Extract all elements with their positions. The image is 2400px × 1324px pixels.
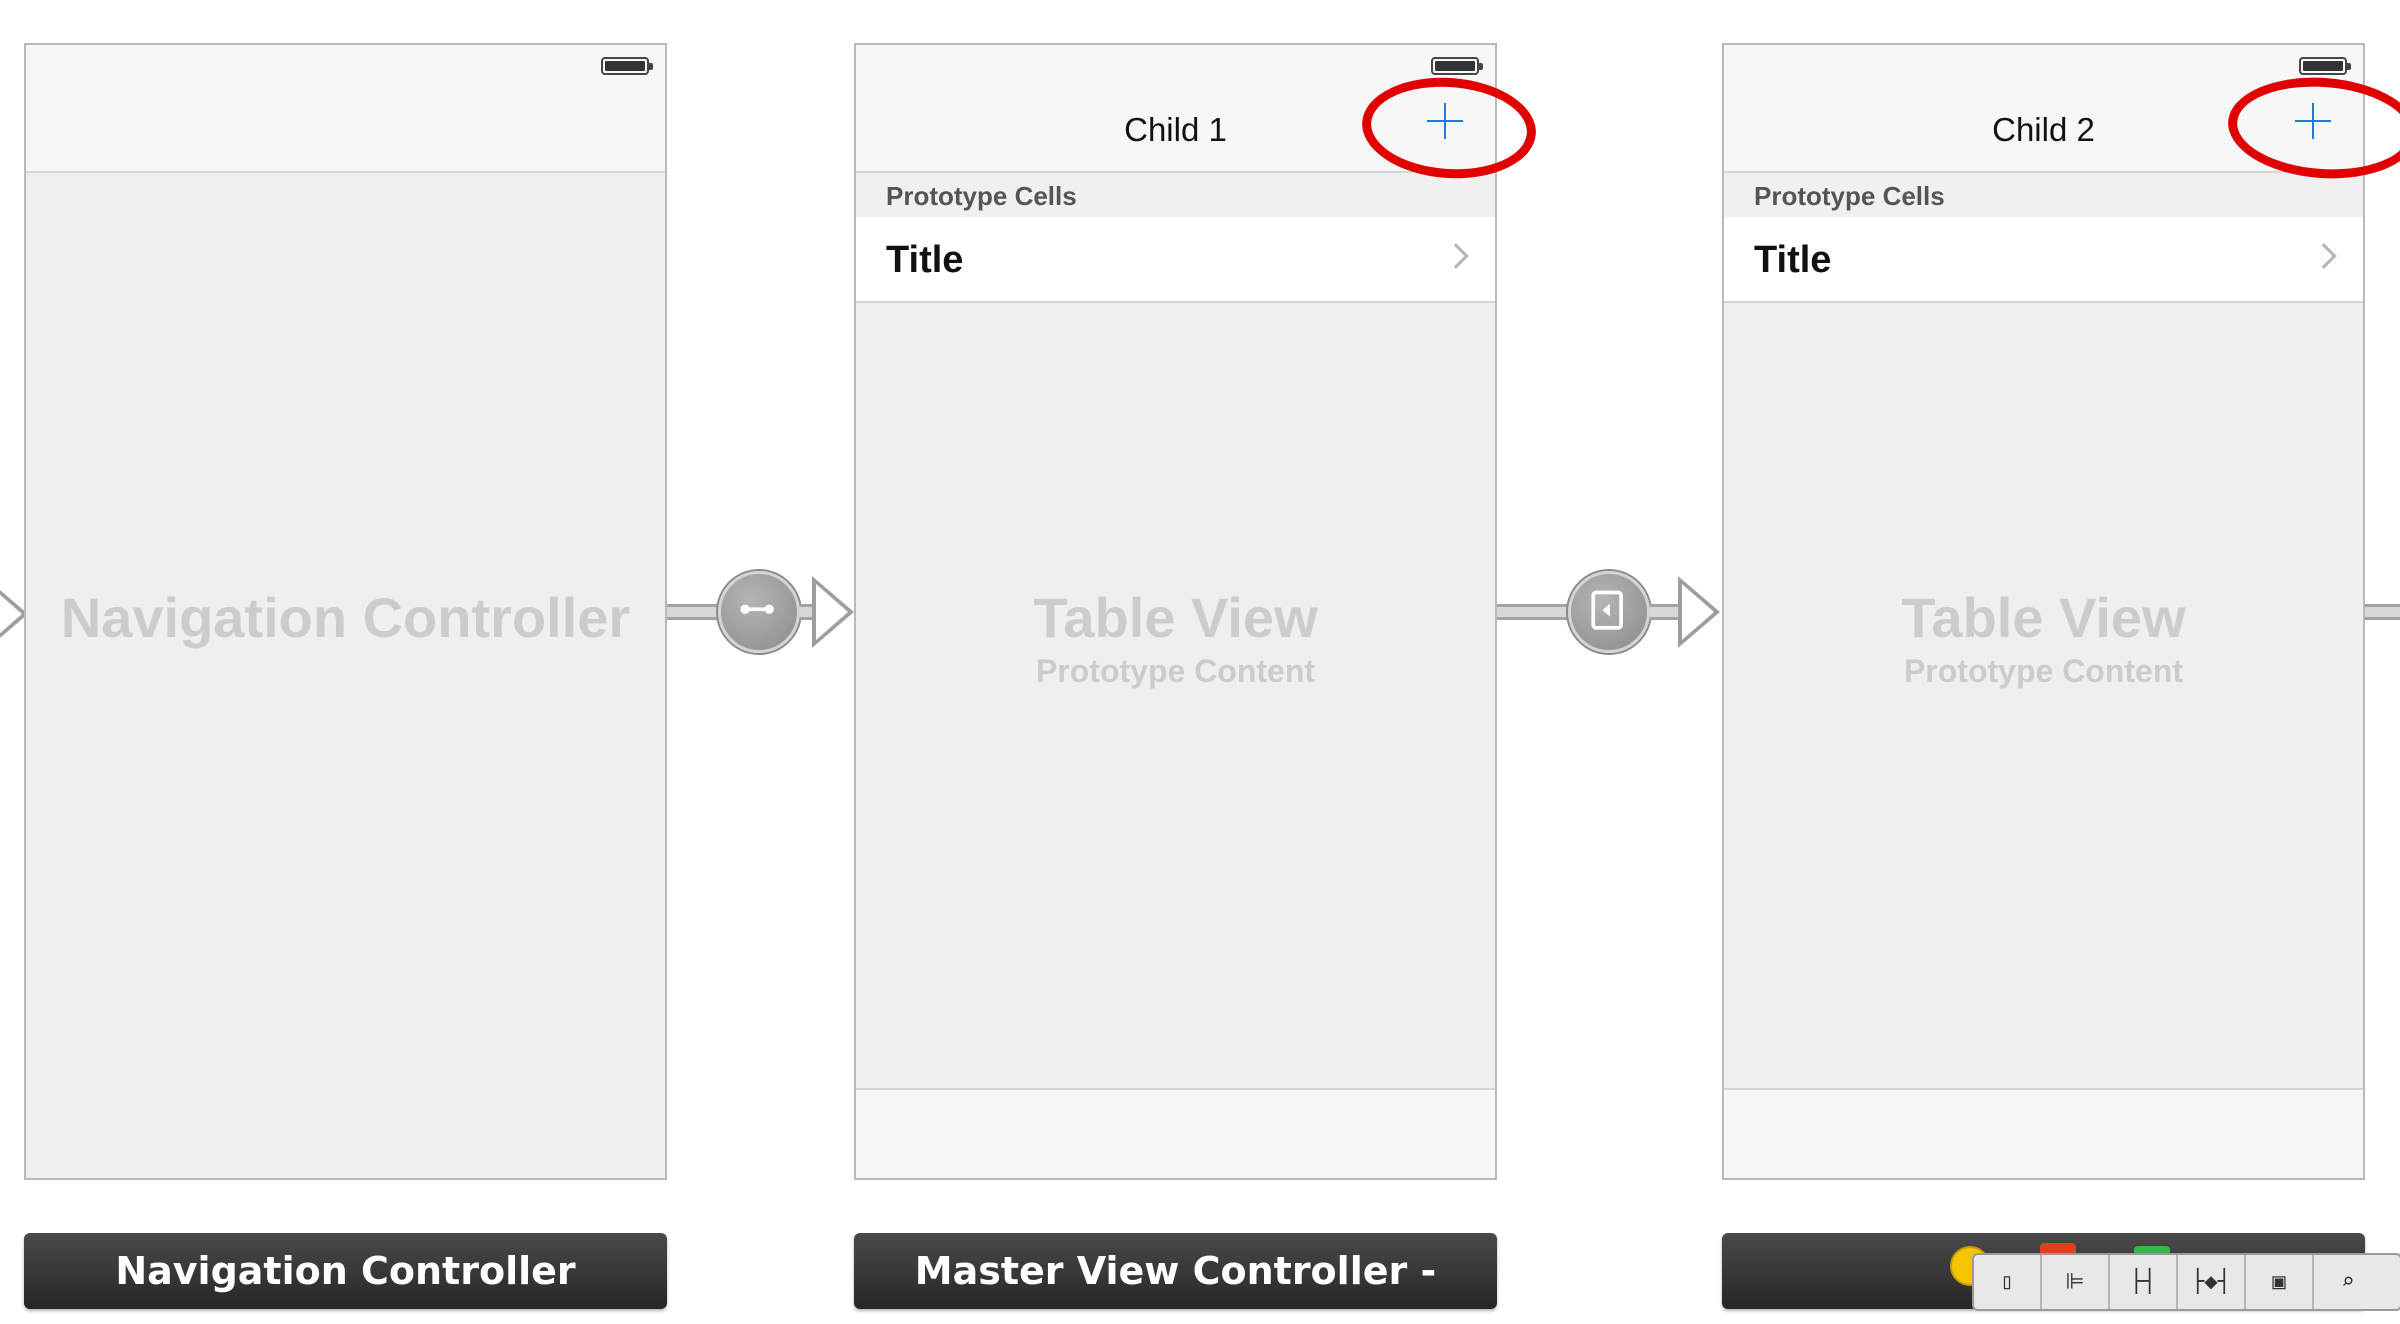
push-segue-icon	[1591, 590, 1623, 630]
navigation-bar	[26, 45, 665, 173]
table-view-placeholder: Table View	[1033, 586, 1318, 649]
device-icon[interactable]: ▯	[1974, 1255, 2042, 1309]
toolbar-area	[1724, 1088, 2363, 1178]
disclosure-chevron-icon	[2311, 243, 2337, 269]
relationship-segue-icon	[740, 604, 774, 614]
navigation-controller-scene[interactable]: Navigation Controller	[24, 43, 667, 1180]
add-button[interactable]	[2293, 101, 2333, 141]
master-view-controller-scene[interactable]: Child 1 Prototype Cells Title Table View…	[854, 43, 1497, 1180]
add-button[interactable]	[1425, 101, 1465, 141]
segue-arrowhead	[812, 576, 854, 648]
canvas-toolbar: ▯ ⊫ ├┤ ├◆┤ ▣ ⌕	[1972, 1253, 2400, 1311]
scene-label-master-view-controller[interactable]: Master View Controller - Master	[854, 1233, 1497, 1309]
segue-line	[2365, 604, 2400, 620]
cell-title: Title	[886, 239, 964, 281]
scene-placeholder-title: Navigation Controller	[60, 586, 631, 649]
relationship-segue[interactable]	[718, 571, 800, 653]
zoom-icon[interactable]: ⌕	[2314, 1255, 2382, 1309]
battery-icon	[2299, 57, 2351, 75]
push-segue[interactable]	[1568, 571, 1650, 653]
prototype-cells-header: Prototype Cells	[856, 175, 1495, 217]
nav-title: Child 2	[1992, 111, 2095, 148]
battery-icon	[1431, 57, 1483, 75]
resolve-icon[interactable]: ├◆┤	[2178, 1255, 2246, 1309]
scene-label-navigation-controller[interactable]: Navigation Controller	[24, 1233, 667, 1309]
battery-icon	[601, 57, 653, 75]
toolbar-area	[856, 1088, 1495, 1178]
disclosure-chevron-icon	[1443, 243, 1469, 269]
prototype-cell[interactable]: Title	[1724, 217, 2363, 303]
table-view-placeholder-subtitle: Prototype Content	[1035, 653, 1316, 689]
table-view-placeholder-subtitle: Prototype Content	[1903, 653, 2184, 689]
navigation-bar: Child 2	[1724, 45, 2363, 173]
segue-arrowhead	[1678, 576, 1720, 648]
segue-line	[1650, 604, 1678, 620]
nav-title: Child 1	[1124, 111, 1227, 148]
navigation-bar: Child 1	[856, 45, 1495, 173]
segue-line	[667, 604, 723, 620]
prototype-cell[interactable]: Title	[856, 217, 1495, 303]
pin-icon[interactable]: ├┤	[2110, 1255, 2178, 1309]
align-icon[interactable]: ⊫	[2042, 1255, 2110, 1309]
segue-line	[1497, 604, 1569, 620]
table-view-placeholder: Table View	[1901, 586, 2186, 649]
cell-title: Title	[1754, 239, 1832, 281]
prototype-cells-header: Prototype Cells	[1724, 175, 2363, 217]
child-2-scene[interactable]: Child 2 Prototype Cells Title Table View…	[1722, 43, 2365, 1180]
resize-icon[interactable]: ▣	[2246, 1255, 2314, 1309]
